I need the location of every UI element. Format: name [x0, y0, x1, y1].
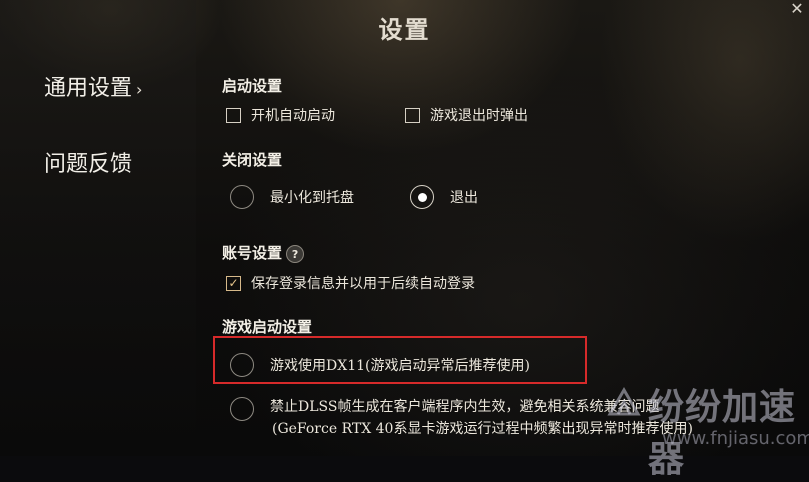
checkbox-label: 游戏退出时弹出 [430, 108, 528, 124]
help-icon[interactable]: ? [286, 245, 305, 263]
close-icon[interactable]: ✕ [786, 0, 808, 20]
sidebar-item-feedback[interactable]: 问题反馈 [44, 146, 132, 178]
checkbox-box[interactable] [405, 107, 420, 123]
radio-button[interactable] [230, 185, 254, 209]
radio-label: 游戏使用DX11(游戏启动异常后推荐使用) [270, 358, 530, 374]
radio-minimize-to-tray[interactable]: 最小化到托盘 [230, 185, 354, 209]
checkbox-auto-start[interactable]: 开机自动启动 [226, 105, 335, 125]
section-heading-close: 关闭设置 [222, 151, 283, 169]
radio-use-dx11[interactable]: 游戏使用DX11(游戏启动异常后推荐使用) [230, 353, 530, 377]
radio-label: 退出 [450, 190, 478, 206]
sidebar-item-label: 通用设置 [44, 76, 133, 101]
checkbox-box[interactable] [226, 107, 241, 123]
section-heading-account: 账号设置? [222, 242, 305, 263]
checkbox-box[interactable]: ✓ [226, 275, 241, 291]
watermark-logo-icon [607, 387, 641, 416]
chevron-right-icon: › [136, 80, 143, 99]
checkbox-label: 保存登录信息并以用于后续自动登录 [251, 276, 475, 292]
watermark-url: www.fnjiasu.com [662, 428, 809, 449]
section-heading-startup: 启动设置 [222, 77, 283, 95]
radio-dot-icon [417, 192, 427, 202]
checkbox-save-login[interactable]: ✓ 保存登录信息并以用于后续自动登录 [226, 273, 475, 293]
radio-exit[interactable]: 退出 [410, 185, 478, 209]
sidebar-item-general-settings[interactable]: 通用设置 › [44, 70, 142, 102]
checkbox-label: 开机自动启动 [251, 108, 335, 124]
section-heading-game-launch: 游戏启动设置 [222, 318, 313, 336]
page-title: 设置 [378, 15, 431, 44]
sidebar-item-label: 问题反馈 [44, 152, 133, 177]
radio-button[interactable] [230, 397, 254, 421]
section-heading-label: 账号设置 [222, 244, 283, 262]
checkmark-icon: ✓ [228, 276, 239, 290]
sidebar: 通用设置 › 问题反馈 [0, 0, 196, 456]
radio-button[interactable] [410, 185, 434, 209]
radio-button[interactable] [230, 353, 254, 377]
radio-label: 最小化到托盘 [270, 190, 354, 206]
checkbox-popup-on-exit[interactable]: 游戏退出时弹出 [405, 105, 528, 125]
